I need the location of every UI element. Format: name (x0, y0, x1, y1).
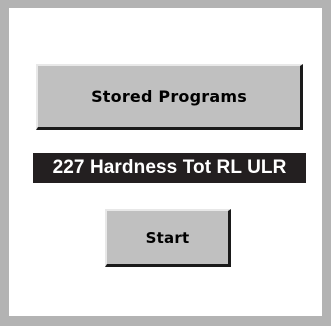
start-button[interactable]: Start (105, 209, 231, 267)
selected-program-label: 227 Hardness Tot RL ULR (33, 153, 306, 183)
stored-programs-button[interactable]: Stored Programs (36, 64, 303, 130)
